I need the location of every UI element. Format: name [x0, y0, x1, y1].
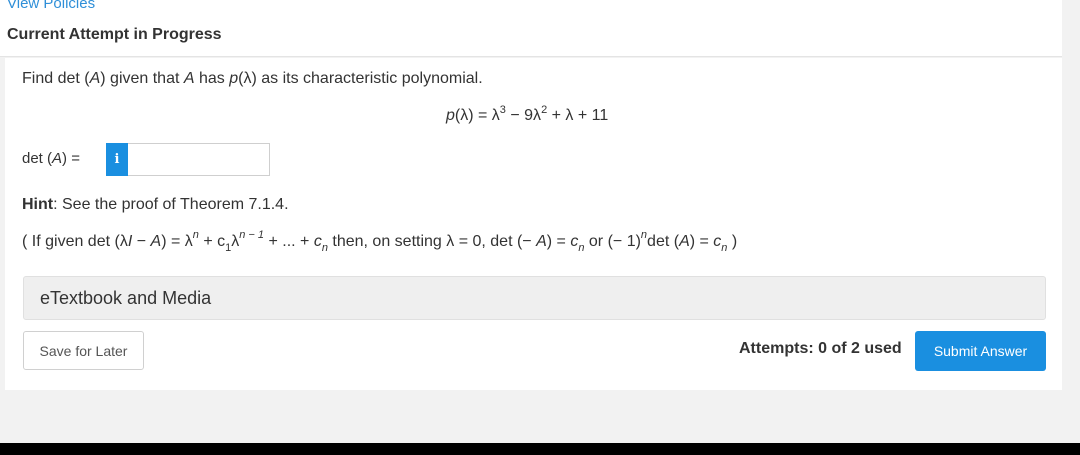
view-policies-link[interactable]: View Policies — [7, 0, 95, 12]
bottom-bar — [0, 443, 1080, 455]
save-for-later-button[interactable]: Save for Later — [23, 331, 144, 370]
prompt-text: (λ) as its characteristic polynomial. — [238, 70, 483, 87]
formula-exponent: n — [192, 229, 199, 241]
formula-text: ) = λ — [161, 233, 193, 250]
formula-text: or (− 1) — [584, 233, 641, 250]
formula-exponent: n — [640, 229, 648, 241]
equation-text: (λ) = λ — [454, 107, 500, 124]
answer-input[interactable] — [128, 143, 270, 176]
hint: Hint: See the proof of Theorem 7.1.4. — [22, 196, 289, 214]
prompt-var: A — [89, 70, 101, 87]
prompt-var: A — [183, 70, 195, 87]
attempt-title: Current Attempt in Progress — [7, 26, 222, 43]
formula-subscript: n — [321, 242, 328, 254]
etextbook-media-expander[interactable]: eTextbook and Media — [23, 276, 1046, 320]
formula-subscript: n — [578, 242, 585, 254]
formula-var: c — [313, 233, 322, 250]
submit-answer-button[interactable]: Submit Answer — [915, 331, 1046, 371]
equation-exponent: 3 — [499, 104, 506, 116]
formula-text: + ... + — [264, 233, 314, 250]
formula-var: A — [536, 233, 547, 250]
formula-text: ) = — [689, 233, 714, 250]
formula-text: det ( — [647, 233, 680, 250]
hint-formula: ( If given det (λI − A) = λn + c1λn − 1 … — [22, 230, 738, 254]
formula-text: − — [132, 233, 151, 250]
equation-text: + λ + 11 — [547, 107, 609, 124]
attempts-counter: Attempts: 0 of 2 used — [739, 340, 902, 357]
formula-text: ( If given det (λ — [22, 233, 128, 250]
formula-text: ) = — [546, 233, 571, 250]
answer-label-text: ) = — [62, 150, 80, 167]
info-icon[interactable]: i — [106, 143, 128, 176]
prompt-text: ) given that — [100, 70, 184, 87]
etextbook-label: eTextbook and Media — [40, 288, 212, 308]
question-panel: Find det (A) given that A has p(λ) as it… — [5, 58, 1062, 390]
answer-label-text: det ( — [22, 150, 53, 167]
prompt-var: p — [229, 70, 239, 87]
equation-text: − 9λ — [505, 107, 542, 124]
characteristic-polynomial: p(λ) = λ3 − 9λ2 + λ + 11 — [446, 104, 609, 125]
hint-label: Hint — [22, 196, 54, 213]
prompt-text: has — [194, 70, 230, 87]
header-panel: View Policies Current Attempt in Progres… — [0, 0, 1062, 57]
formula-text: ) — [727, 233, 738, 250]
prompt-text: Find det ( — [22, 70, 90, 87]
equation-var: p — [446, 107, 455, 124]
equation-exponent: 2 — [541, 104, 548, 116]
answer-label-var: A — [52, 150, 63, 167]
question-prompt: Find det (A) given that A has p(λ) as it… — [22, 70, 483, 88]
formula-var: A — [150, 233, 162, 250]
formula-text: + c — [198, 233, 226, 250]
hint-text: : See the proof of Theorem 7.1.4. — [53, 196, 289, 213]
answer-label: det (A) = — [22, 150, 80, 167]
formula-subscript: 1 — [225, 242, 232, 254]
formula-var: A — [679, 233, 690, 250]
formula-exponent: n − 1 — [239, 229, 265, 241]
formula-subscript: n — [721, 242, 728, 254]
formula-text: then, on setting λ = 0, det (− — [327, 233, 537, 250]
